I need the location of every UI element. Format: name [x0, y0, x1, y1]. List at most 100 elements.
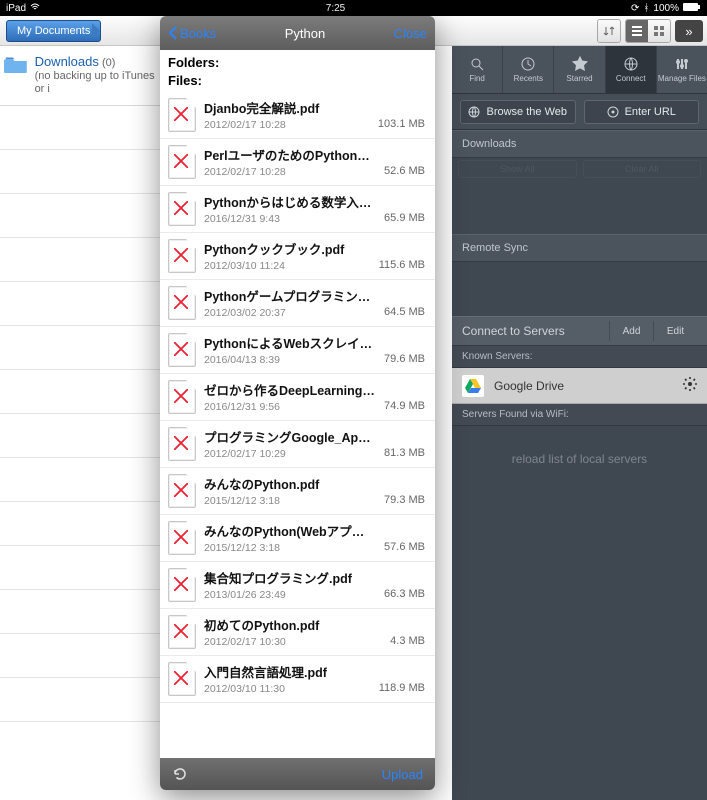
browse-web-button[interactable]: Browse the Web [460, 100, 576, 124]
tab-connect[interactable]: Connect [606, 46, 657, 93]
pdf-icon [168, 662, 196, 696]
file-date: 2012/03/10 11:30 [204, 683, 371, 695]
downloads-count: (0) [102, 57, 115, 69]
list-view-button[interactable] [626, 20, 648, 42]
file-date: 2012/02/17 10:28 [204, 119, 370, 131]
pdf-icon [168, 286, 196, 320]
file-name: みんなのPython(Webアプリ編).pdf [204, 521, 376, 540]
file-row[interactable]: Pythonクックブック.pdf 2012/03/10 11:24 115.6 … [160, 233, 435, 280]
expand-panel-button[interactable]: » [675, 20, 703, 42]
gear-icon[interactable] [683, 377, 697, 394]
file-name: Djanbo完全解説.pdf [204, 98, 370, 117]
file-size: 79.3 MB [384, 494, 425, 508]
device-label: iPad [6, 3, 26, 14]
tab-starred[interactable]: Starred [554, 46, 605, 93]
file-row[interactable]: PythonによるWebスクレイピング.pdf 2016/04/13 8:39 … [160, 327, 435, 374]
pdf-icon [168, 98, 196, 132]
pdf-icon [168, 145, 196, 179]
grid-view-button[interactable] [648, 20, 670, 42]
sort-control[interactable] [597, 19, 621, 43]
clear-all-button[interactable]: Clear All [583, 160, 702, 178]
file-size: 118.9 MB [379, 682, 425, 696]
google-drive-icon [462, 375, 484, 397]
downloads-section-head: Downloads [452, 130, 707, 158]
orientation-lock-icon: ⟳ [631, 3, 639, 14]
file-row[interactable]: プログラミングGoogle_App_Engine.pdf 2012/02/17 … [160, 421, 435, 468]
file-size: 74.9 MB [384, 400, 425, 414]
file-date: 2012/02/17 10:28 [204, 166, 376, 178]
file-date: 2012/02/17 10:30 [204, 636, 382, 648]
remote-sync-head: Remote Sync [452, 234, 707, 262]
ios-status-bar: iPad 7:25 ⟳ ᚼ 100% [0, 0, 707, 16]
file-row[interactable]: みんなのPython.pdf 2015/12/12 3:18 79.3 MB [160, 468, 435, 515]
file-date: 2016/04/13 8:39 [204, 354, 376, 366]
file-list[interactable]: Djanbo完全解説.pdf 2012/02/17 10:28 103.1 MB… [160, 92, 435, 758]
back-button[interactable]: Books [168, 26, 216, 41]
downloads-title: Downloads [35, 54, 99, 69]
enter-url-button[interactable]: Enter URL [584, 100, 700, 124]
bluetooth-icon: ᚼ [643, 3, 649, 14]
pdf-icon [168, 192, 196, 226]
file-row[interactable]: Djanbo完全解説.pdf 2012/02/17 10:28 103.1 MB [160, 92, 435, 139]
file-name: PythonによるWebスクレイピング.pdf [204, 333, 376, 352]
battery-icon [683, 3, 701, 14]
reload-servers-link[interactable]: reload list of local servers [452, 426, 707, 492]
file-row[interactable]: 入門自然言語処理.pdf 2012/03/10 11:30 118.9 MB [160, 656, 435, 703]
file-row[interactable]: 集合知プログラミング.pdf 2013/01/26 23:49 66.3 MB [160, 562, 435, 609]
sort-button[interactable] [598, 20, 620, 42]
file-row[interactable]: 初めてのPython.pdf 2012/02/17 10:30 4.3 MB [160, 609, 435, 656]
upload-button[interactable]: Upload [382, 767, 423, 782]
file-name: Pythonゲームプログラミング入門.pdf [204, 286, 376, 305]
status-time: 7:25 [40, 3, 631, 14]
file-name: 初めてのPython.pdf [204, 615, 382, 634]
file-date: 2012/03/10 11:24 [204, 260, 371, 272]
tab-find[interactable]: Find [452, 46, 503, 93]
file-date: 2013/01/26 23:49 [204, 589, 376, 601]
file-row[interactable]: Pythonゲームプログラミング入門.pdf 2012/03/02 20:37 … [160, 280, 435, 327]
my-documents-breadcrumb[interactable]: My Documents [6, 20, 101, 42]
edit-server-button[interactable]: Edit [653, 321, 697, 341]
file-name: Pythonクックブック.pdf [204, 239, 371, 258]
file-date: 2015/12/12 3:18 [204, 542, 376, 554]
file-size: 4.3 MB [390, 635, 425, 649]
file-date: 2012/02/17 10:29 [204, 448, 376, 460]
file-name: プログラミングGoogle_App_Engine.pdf [204, 427, 376, 446]
file-name: 入門自然言語処理.pdf [204, 662, 371, 681]
file-size: 81.3 MB [384, 447, 425, 461]
downloads-folder-row[interactable]: Downloads (0) (no backing up to iTunes o… [0, 46, 160, 106]
server-google-drive[interactable]: Google Drive [452, 368, 707, 404]
file-size: 65.9 MB [384, 212, 425, 226]
server-name: Google Drive [494, 379, 564, 393]
folders-label: Folders: [168, 54, 427, 72]
connect-panel: Find Recents Starred Connect Manage File… [452, 46, 707, 800]
file-date: 2016/12/31 9:56 [204, 401, 376, 413]
close-button[interactable]: Close [394, 26, 427, 41]
pdf-icon [168, 568, 196, 602]
file-row[interactable]: ゼロから作るDeepLearning.pdf 2016/12/31 9:56 7… [160, 374, 435, 421]
file-row[interactable]: みんなのPython(Webアプリ編).pdf 2015/12/12 3:18 … [160, 515, 435, 562]
show-all-button[interactable]: Show All [458, 160, 577, 178]
pdf-icon [168, 333, 196, 367]
file-size: 57.6 MB [384, 541, 425, 555]
wifi-servers-label: Servers Found via WiFi: [452, 404, 707, 426]
file-date: 2016/12/31 9:43 [204, 213, 376, 225]
reload-button[interactable] [172, 766, 188, 782]
files-label: Files: [168, 72, 427, 90]
pdf-icon [168, 427, 196, 461]
folder-icon [4, 54, 29, 76]
file-size: 64.5 MB [384, 306, 425, 320]
file-name: Pythonからはじめる数学入門.pdf [204, 192, 376, 211]
tab-recents[interactable]: Recents [503, 46, 554, 93]
modal-title: Python [216, 26, 394, 41]
left-file-column: Downloads (0) (no backing up to iTunes o… [0, 46, 160, 800]
add-server-button[interactable]: Add [609, 321, 653, 341]
known-servers-label: Known Servers: [452, 346, 707, 368]
pdf-icon [168, 380, 196, 414]
file-row[interactable]: PerlユーザのためのPython移行ガイド.pdf 2012/02/17 10… [160, 139, 435, 186]
downloads-subtitle: (no backing up to iTunes or i [35, 70, 156, 96]
pdf-icon [168, 615, 196, 649]
file-row[interactable]: Pythonからはじめる数学入門.pdf 2016/12/31 9:43 65.… [160, 186, 435, 233]
tab-manage-files[interactable]: Manage Files [657, 46, 707, 93]
file-size: 115.6 MB [379, 259, 425, 273]
wifi-icon [30, 2, 40, 15]
